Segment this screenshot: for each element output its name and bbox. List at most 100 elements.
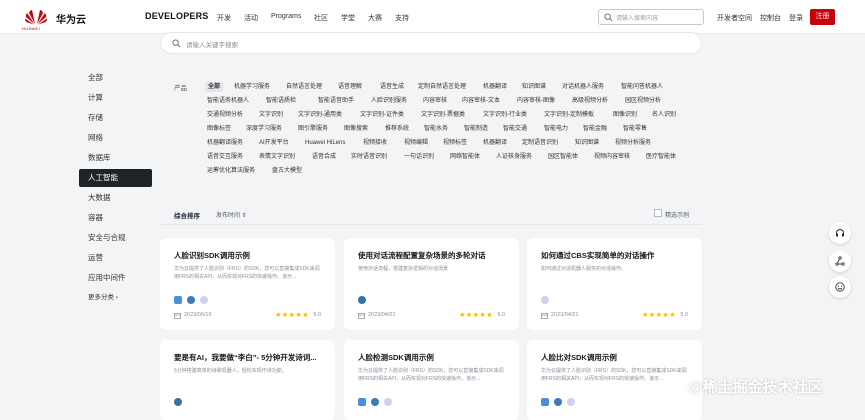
sample-card[interactable]: 要是有AI，我要做“李白”- 5分钟开发诗词... 5分钟搭建简单的诗歌机器人，…: [160, 340, 335, 420]
filter-tag[interactable]: 文字识别-票据类: [421, 110, 465, 120]
card-title[interactable]: 人脸检测SDK调用示例: [358, 352, 508, 363]
filter-tag[interactable]: 图像识别: [613, 110, 637, 120]
filter-tag[interactable]: 语音交互服务: [207, 152, 243, 162]
filter-tag[interactable]: 高级视频分析: [572, 96, 608, 106]
filter-tag[interactable]: 知识图谱: [522, 82, 546, 92]
nav-support[interactable]: 支持: [395, 13, 409, 23]
featured-checkbox[interactable]: [654, 209, 662, 217]
nav-activity[interactable]: 活动: [244, 13, 258, 23]
filter-tag[interactable]: 智能语务机器人: [207, 96, 249, 106]
filter-tag[interactable]: 智能零售: [623, 124, 647, 134]
filter-tag[interactable]: 深度学习服务: [246, 124, 282, 134]
filter-tag[interactable]: 文字识别-定制模板: [544, 110, 594, 120]
login-link[interactable]: 登录: [789, 13, 803, 23]
filter-tag[interactable]: 智能交通: [503, 124, 527, 134]
nav-community[interactable]: 社区: [314, 13, 328, 23]
top-search-input[interactable]: 请输入搜索内容: [598, 9, 704, 25]
feedback-button[interactable]: [829, 276, 851, 298]
filter-tag[interactable]: 视频接收: [363, 138, 387, 148]
filter-tag[interactable]: 语音理解: [338, 82, 362, 92]
console-link[interactable]: 控制台: [760, 13, 781, 23]
card-title[interactable]: 如何通过CBS实现简单的对话操作: [541, 250, 691, 261]
nav-develop[interactable]: 开发: [217, 13, 231, 23]
register-button[interactable]: 注册: [810, 9, 835, 25]
filter-tag[interactable]: 机器翻译: [483, 82, 507, 92]
sidebar-item-storage[interactable]: 存储: [79, 109, 152, 127]
filter-tag[interactable]: 视频内容审核: [594, 152, 630, 162]
sidebar-item-database[interactable]: 数据库: [79, 149, 152, 167]
sample-card[interactable]: 使用对话流程配置复杂场景的多轮对话 使用对话流程，搭建复杂逻辑的对话场景 202…: [344, 238, 519, 330]
filter-tag[interactable]: 机器学习服务: [234, 82, 270, 92]
filter-tag[interactable]: 智能水务: [424, 124, 448, 134]
sample-card[interactable]: 人脸识别SDK调用示例 华为云提供了人脸识别（FRS）的SDK，您可以直接集成S…: [160, 238, 335, 330]
sort-comprehensive[interactable]: 综合排序: [174, 210, 200, 220]
customer-service-button[interactable]: [829, 222, 851, 244]
filter-tag[interactable]: 医疗智能体: [646, 152, 676, 162]
filter-tag[interactable]: 定制语音识别: [522, 138, 558, 148]
card-title[interactable]: 人脸比对SDK调用示例: [541, 352, 691, 363]
filter-tag[interactable]: 表情文字识别: [259, 152, 295, 162]
filter-tag[interactable]: 文字识别-证件类: [360, 110, 404, 120]
nav-contest[interactable]: 大赛: [368, 13, 382, 23]
sample-card[interactable]: 人脸检测SDK调用示例 华为云提供了人脸识别（FRS）的SDK，您可以直接集成S…: [344, 340, 519, 420]
filter-tag[interactable]: 内容审核-文本: [462, 96, 500, 106]
filter-tag[interactable]: 内容审核: [423, 96, 447, 106]
filter-tag[interactable]: 一句话识别: [404, 152, 434, 162]
filter-tag[interactable]: 运筹优化算法服务: [207, 166, 255, 176]
filter-tag[interactable]: 自然语言处理: [286, 82, 322, 92]
sample-card[interactable]: 人脸比对SDK调用示例 华为云提供了人脸识别（FRS）的SDK，您可以直接集成S…: [527, 340, 702, 420]
share-button[interactable]: [829, 250, 851, 272]
card-title[interactable]: 要是有AI，我要做“李白”- 5分钟开发诗词...: [174, 352, 324, 363]
filter-tag[interactable]: 文字识别-行业类: [483, 110, 527, 120]
filter-tag[interactable]: 盘古大模型: [272, 166, 302, 176]
sidebar-more-categories[interactable]: 更多分类 ›: [79, 289, 152, 307]
filter-tag[interactable]: 智能金融: [583, 124, 607, 134]
sort-publish-time[interactable]: 发布时间 ⇕: [216, 210, 247, 219]
filter-tag[interactable]: 机器翻译服务: [207, 138, 243, 148]
filter-tag[interactable]: 智能语质检: [266, 96, 296, 106]
sidebar-item-container[interactable]: 容器: [79, 209, 152, 227]
nav-programs[interactable]: Programs: [271, 13, 301, 20]
filter-tag[interactable]: 交通视频分析: [207, 110, 243, 120]
filter-tag[interactable]: 园区智能体: [548, 152, 578, 162]
sidebar-item-bigdata[interactable]: 大数据: [79, 189, 152, 207]
sidebar-item-ai[interactable]: 人工智能: [79, 169, 152, 187]
filter-tag[interactable]: 网络智能体: [450, 152, 480, 162]
filter-tag[interactable]: 图引擎服务: [298, 124, 328, 134]
filter-tag[interactable]: 视频标签: [443, 138, 467, 148]
filter-tag[interactable]: 推荐系统: [385, 124, 409, 134]
filter-tag[interactable]: 智能制造: [464, 124, 488, 134]
filter-tag[interactable]: 图像标签: [207, 124, 231, 134]
filter-tag[interactable]: 智能语音助手: [318, 96, 354, 106]
sidebar-item-middleware[interactable]: 应用中间件: [79, 269, 152, 287]
filter-tag[interactable]: 文字识别-通用类: [298, 110, 342, 120]
filter-tag[interactable]: 图像搜索: [344, 124, 368, 134]
filter-tag[interactable]: AI开发平台: [259, 138, 289, 148]
filter-tag[interactable]: 人脸识别服务: [371, 96, 407, 106]
main-search-input[interactable]: 请输入关键字搜索: [160, 32, 702, 54]
filter-tag[interactable]: 人证核身服务: [496, 152, 532, 162]
filter-tag[interactable]: 智能电力: [544, 124, 568, 134]
filter-tag[interactable]: 机器翻译: [483, 138, 507, 148]
filter-tag[interactable]: Huawei HiLens: [305, 138, 345, 148]
card-title[interactable]: 使用对话流程配置复杂场景的多轮对话: [358, 250, 508, 261]
huawei-logo-icon[interactable]: [24, 7, 48, 27]
filter-tag[interactable]: 视频分析服务: [615, 138, 651, 148]
sidebar-item-compute[interactable]: 计算: [79, 89, 152, 107]
filter-tag[interactable]: 视频编辑: [404, 138, 428, 148]
filter-tag[interactable]: 知识图谱: [575, 138, 599, 148]
filter-tag[interactable]: 智能问答机器人: [621, 82, 663, 92]
filter-tag[interactable]: 实时语音识别: [351, 152, 387, 162]
sidebar-item-all[interactable]: 全部: [79, 69, 152, 87]
filter-tag[interactable]: 对话机器人服务: [562, 82, 604, 92]
brand-name[interactable]: 华为云: [56, 11, 86, 26]
sidebar-item-network[interactable]: 网络: [79, 129, 152, 147]
developers-title[interactable]: DEVELOPERS: [145, 11, 209, 21]
filter-tag[interactable]: 内容审核-图像: [517, 96, 555, 106]
filter-tag[interactable]: 语音生成: [380, 82, 404, 92]
filter-tag[interactable]: 园区视频分析: [625, 96, 661, 106]
sidebar-item-operations[interactable]: 运营: [79, 249, 152, 267]
filter-tag[interactable]: 名人识别: [652, 110, 676, 120]
nav-academy[interactable]: 学堂: [341, 13, 355, 23]
filter-tag[interactable]: 文字识别: [259, 110, 283, 120]
